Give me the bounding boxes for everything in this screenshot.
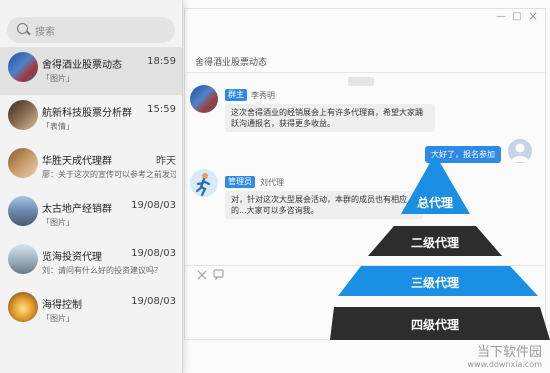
search-box[interactable]: 搜索	[7, 17, 175, 43]
conversation-item[interactable]: 览海投资代理 19/08/03 刘：请问有什么好的投资建议吗？	[0, 239, 182, 287]
conversation-item[interactable]: 航新科技股票分析群 15:59 「表情」	[0, 95, 182, 143]
role-badge: 群主	[225, 89, 247, 101]
conversation-item[interactable]: 舍得酒业股票动态 18:59 「图片」	[0, 47, 182, 95]
conversation-time: 19/08/03	[131, 200, 176, 211]
title-divider	[185, 72, 545, 73]
group-avatar	[8, 148, 38, 178]
conversation-name: 华胜天成代理群	[42, 156, 112, 167]
pyramid-label-4: 四级代理	[410, 318, 459, 332]
conversation-preview: 「图片」	[42, 74, 74, 83]
group-avatar	[8, 244, 38, 274]
group-avatar	[8, 292, 38, 322]
close-button[interactable]: ×	[528, 9, 538, 23]
conversation-preview: 廖：关于这次的宣传可以参考之前发过...	[42, 170, 176, 179]
sender-name: 刘代理	[260, 178, 284, 187]
pyramid-label-2: 二级代理	[410, 236, 459, 250]
minimize-button[interactable]: —	[496, 11, 506, 22]
conversation-item[interactable]: 华胜天成代理群 昨天 廖：关于这次的宣传可以参考之前发过...	[0, 143, 182, 191]
conversation-name: 太古地产经销群	[42, 204, 112, 215]
conversation-name: 航新科技股票分析群	[42, 108, 132, 119]
maximize-button[interactable]: □	[512, 11, 521, 22]
conversation-time: 18:59	[147, 56, 176, 67]
pyramid-label-3: 三级代理	[410, 276, 459, 290]
role-badge: 管理员	[225, 176, 255, 188]
search-placeholder: 搜索	[35, 27, 55, 38]
user-avatar	[190, 169, 218, 197]
conversation-item[interactable]: 太古地产经销群 19/08/03 「图片」	[0, 191, 182, 239]
conversation-name: 舍得酒业股票动态	[42, 60, 122, 71]
watermark: 当下软件园 www.downxia.com	[467, 341, 542, 369]
conversation-time: 19/08/03	[131, 296, 176, 307]
group-avatar	[8, 196, 38, 226]
chat-history-icon[interactable]	[213, 269, 224, 280]
group-avatar	[8, 52, 38, 82]
conversation-item[interactable]: 海得控制 19/08/03 「图片」	[0, 287, 182, 335]
conversation-time: 昨天	[156, 156, 176, 167]
conversation-preview: 刘：请问有什么好的投资建议吗？	[42, 266, 162, 275]
search-icon	[17, 23, 28, 34]
timestamp-pill	[348, 77, 374, 86]
sender-name: 李秀明	[251, 91, 275, 100]
conversation-time: 15:59	[147, 104, 176, 115]
chat-title: 舍得酒业股票动态	[195, 58, 268, 68]
watermark-title: 当下软件园	[476, 345, 542, 360]
conversation-preview: 「图片」	[42, 314, 74, 323]
runner-icon	[195, 173, 211, 197]
watermark-url: www.downxia.com	[467, 360, 542, 369]
agent-level-pyramid: 总代理 二级代理 三级代理 四级代理	[330, 150, 550, 350]
conversation-sidebar: 搜索 舍得酒业股票动态 18:59 「图片」 航新科技股票分析群 15:59 「…	[0, 0, 183, 373]
conversation-name: 海得控制	[42, 300, 82, 311]
conversation-preview: 「表情」	[42, 122, 74, 131]
conversation-time: 19/08/03	[131, 248, 176, 259]
conversation-preview: 「图片」	[42, 218, 74, 227]
group-avatar	[8, 100, 38, 130]
scissors-icon[interactable]	[197, 270, 207, 280]
message-bubble: 这次舍得酒业的经销展会上有许多代理商，希望大家踊跃沟通报名，获得更多收益。	[225, 104, 435, 132]
user-avatar	[190, 85, 218, 113]
pyramid-label-1: 总代理	[416, 196, 453, 210]
conversation-name: 览海投资代理	[42, 252, 102, 263]
